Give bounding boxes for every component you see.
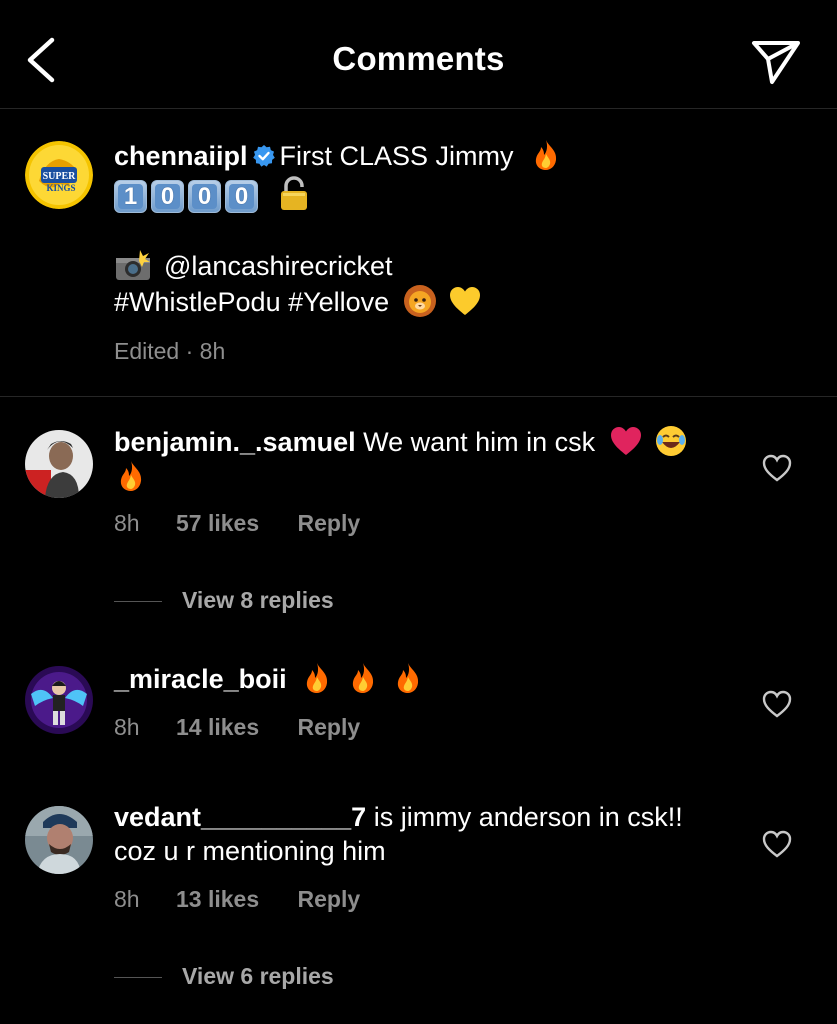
- comment-text-line-2: [114, 458, 148, 497]
- caption-edited-time: Edited · 8h: [114, 338, 226, 364]
- view-replies-label: View 8 replies: [182, 587, 334, 613]
- comment-time: 8h: [114, 714, 140, 740]
- user-photo-icon: [25, 806, 93, 874]
- fire-emoji-icon: [120, 460, 142, 491]
- comment-time: 8h: [114, 886, 140, 912]
- view-replies-label: View 6 replies: [182, 963, 334, 989]
- laughing-emoji-icon: [656, 426, 687, 456]
- replies-divider: [114, 977, 162, 979]
- comment-username[interactable]: benjamin._.samuel: [114, 427, 356, 457]
- svg-text:SUPER: SUPER: [43, 171, 77, 182]
- like-heart-icon[interactable]: [762, 454, 792, 482]
- send-icon[interactable]: [750, 38, 802, 86]
- fire-emoji-icon: [535, 140, 557, 170]
- avatar[interactable]: [25, 806, 93, 874]
- page-title: Comments: [332, 40, 505, 77]
- caption-line-4: #WhistlePodu #Yellove: [114, 284, 482, 324]
- user-avatar-icon: [25, 666, 93, 734]
- hashtags[interactable]: #WhistlePodu #Yellove: [114, 287, 389, 317]
- comment-username[interactable]: _miracle_boii: [114, 664, 287, 694]
- avatar[interactable]: [25, 430, 93, 498]
- reply-button[interactable]: Reply: [298, 714, 361, 741]
- svg-text:KINGS: KINGS: [46, 183, 75, 193]
- keycap-digit: 0: [225, 179, 258, 213]
- fire-emoji-icon: [306, 663, 328, 693]
- yellow-heart-emoji-icon: [450, 287, 481, 315]
- caption-line-3: @lancashirecricket: [114, 248, 393, 286]
- like-heart-icon[interactable]: [762, 830, 792, 858]
- keycap-digit: 0: [151, 179, 184, 213]
- keycap-digit: 1: [114, 179, 147, 213]
- caption-line-1: chennaiipl First CLASS Jimmy: [114, 138, 563, 178]
- avatar[interactable]: SUPER KINGS: [25, 141, 93, 209]
- comment-text-line: _miracle_boii: [114, 661, 425, 701]
- verified-badge-icon: [252, 145, 275, 167]
- comment-username[interactable]: vedant__________7: [114, 802, 366, 832]
- fire-emoji-icon: [398, 663, 419, 693]
- mention-link[interactable]: @lancashirecricket: [164, 251, 393, 281]
- reply-button[interactable]: Reply: [298, 886, 361, 913]
- caption-line-2: 1000: [114, 176, 310, 216]
- caption-username[interactable]: chennaiipl: [114, 141, 248, 171]
- red-heart-emoji-icon: [610, 427, 641, 455]
- replies-divider: [114, 601, 162, 603]
- caption-text: First CLASS Jimmy: [279, 141, 514, 172]
- comment-time: 8h: [114, 510, 140, 536]
- comment-likes[interactable]: 14 likes: [176, 714, 259, 741]
- user-photo-icon: [25, 430, 93, 498]
- header-bar: Comments: [0, 0, 837, 109]
- comment-text: is jimmy anderson in csk!!: [373, 802, 683, 832]
- camera-flash-emoji-icon: [116, 249, 150, 280]
- comment-meta: 8h 14 likes Reply: [114, 714, 360, 741]
- reply-button[interactable]: Reply: [298, 510, 361, 537]
- comment-meta: 8h 13 likes Reply: [114, 886, 360, 913]
- lion-emoji-icon: [403, 285, 436, 317]
- comment-text-line: vedant__________7 is jimmy anderson in c…: [114, 800, 683, 868]
- avatar[interactable]: [25, 666, 93, 734]
- view-replies-button[interactable]: View 6 replies: [114, 963, 334, 990]
- lock-emoji-icon: [280, 176, 307, 210]
- post-caption: SUPER KINGS chennaiipl First CLASS Jimmy…: [0, 108, 837, 397]
- comment-text-continued: coz u r mentioning him: [114, 836, 386, 866]
- comment-likes[interactable]: 13 likes: [176, 886, 259, 913]
- comment-text-line: benjamin._.samuel We want him in csk: [114, 424, 688, 464]
- keycap-digit: 0: [188, 179, 221, 213]
- comment-meta: 8h 57 likes Reply: [114, 510, 360, 537]
- fire-emoji-icon: [352, 663, 373, 693]
- comment-likes[interactable]: 57 likes: [176, 510, 259, 537]
- comment-text: We want him in csk: [363, 427, 596, 458]
- view-replies-button[interactable]: View 8 replies: [114, 587, 334, 614]
- csk-logo-icon: SUPER KINGS: [25, 141, 93, 209]
- like-heart-icon[interactable]: [762, 690, 792, 718]
